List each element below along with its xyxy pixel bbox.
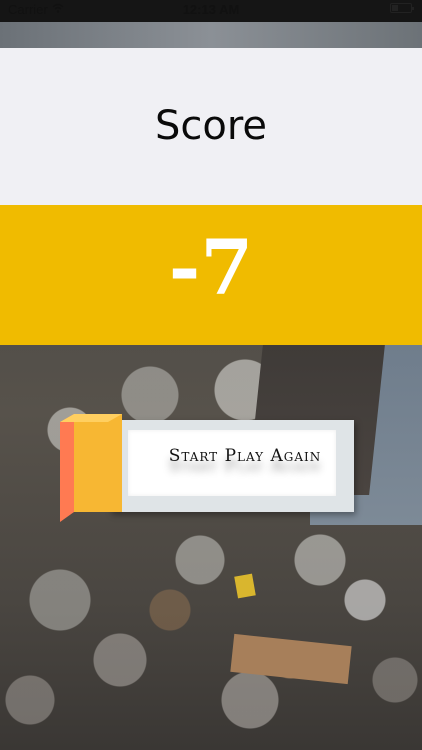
battery-level	[392, 5, 398, 11]
score-header-panel: Score	[0, 48, 422, 205]
battery-icon	[390, 3, 414, 13]
start-play-again-label: Start Play Again	[168, 446, 322, 466]
status-bar: Carrier 12:13 AM	[0, 0, 422, 22]
game-over-screen: Carrier 12:13 AM Score -7 Start Play Aga…	[0, 0, 422, 750]
score-value-band: -7	[0, 205, 422, 345]
background-litter	[234, 573, 256, 599]
score-value: -7	[168, 223, 254, 312]
start-play-again-button[interactable]: Start Play Again	[60, 412, 354, 524]
score-title: Score	[154, 103, 268, 149]
button-card	[110, 420, 354, 512]
book-icon	[60, 414, 122, 522]
status-time: 12:13 AM	[182, 2, 240, 17]
